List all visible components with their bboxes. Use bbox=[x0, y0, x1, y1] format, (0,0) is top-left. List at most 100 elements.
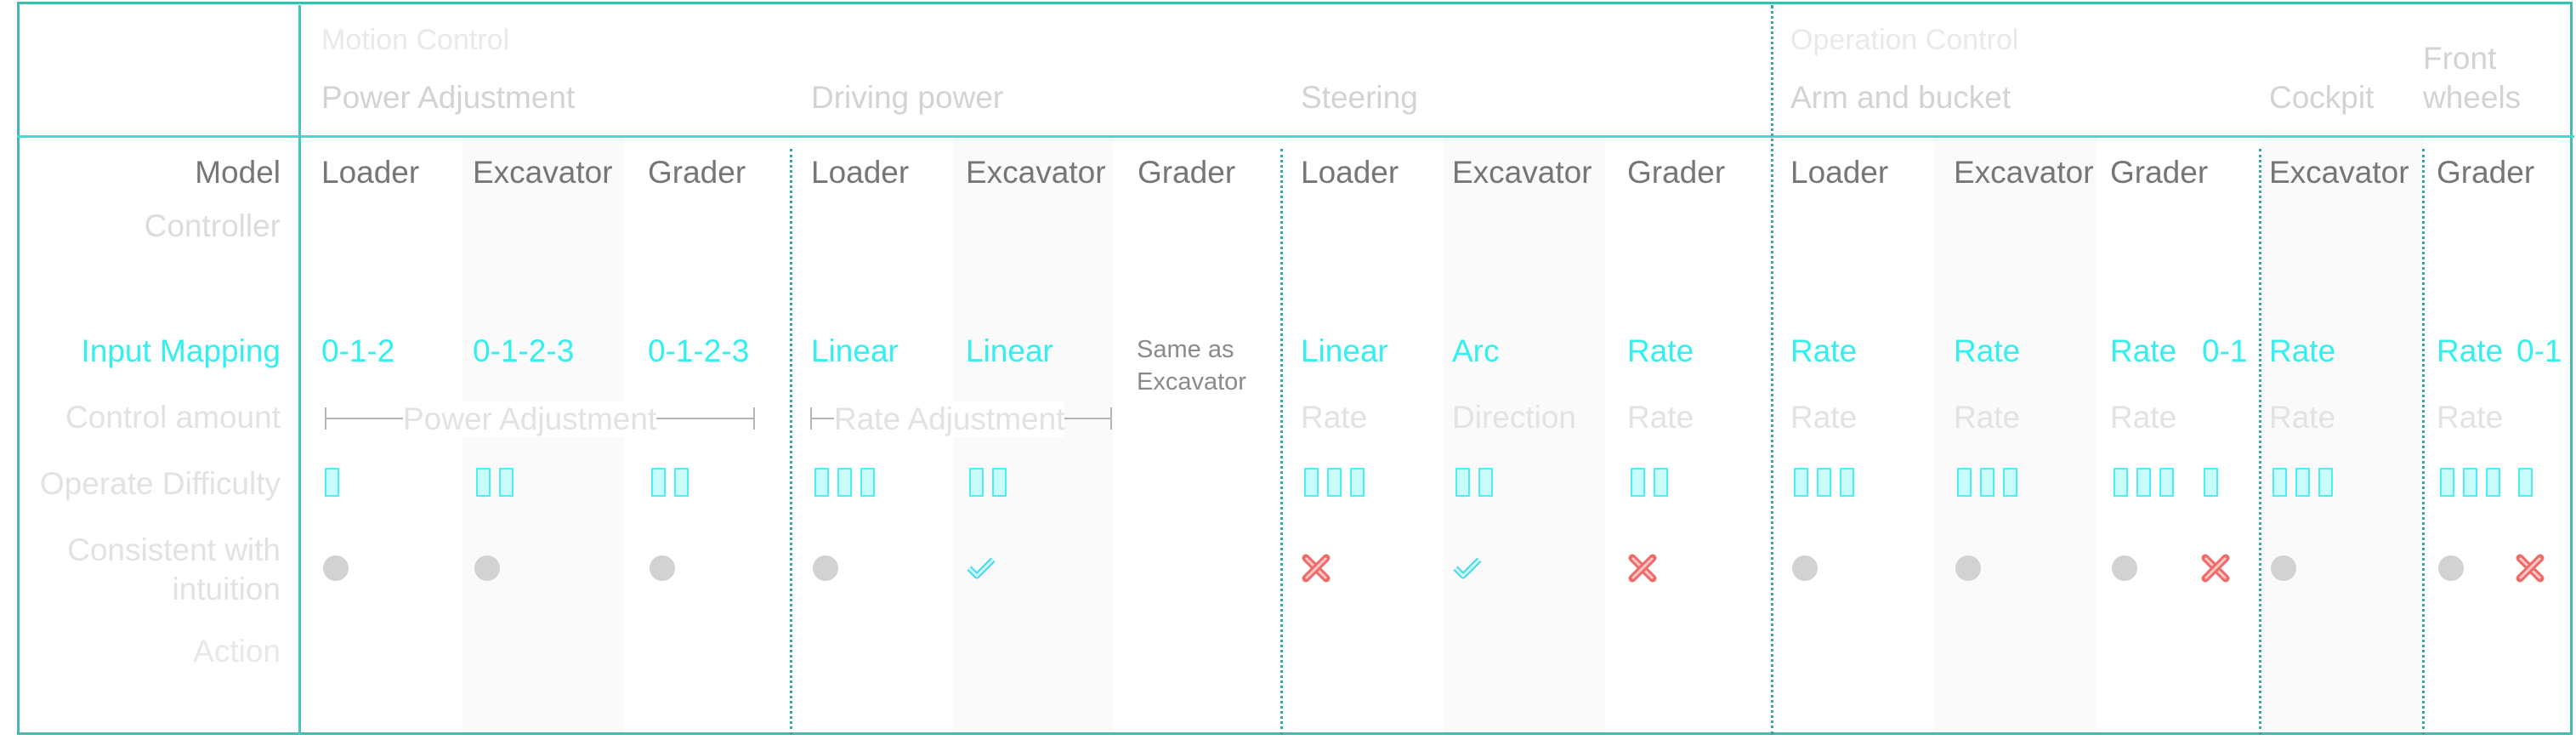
model-label: Loader bbox=[1790, 155, 1889, 190]
row-label-control-amount: Control amount bbox=[65, 400, 281, 435]
subgroup-front-wheels: wheels bbox=[2423, 80, 2522, 115]
neutral-dot-icon bbox=[650, 555, 675, 581]
control-amount-value: Rate bbox=[2437, 400, 2504, 435]
difficulty-bar bbox=[2003, 468, 2017, 497]
input-mapping-value: 0-1-2 bbox=[321, 333, 395, 368]
subgroup-steering: Steering bbox=[1301, 80, 1418, 115]
difficulty-bar bbox=[2440, 468, 2454, 497]
control-amount-value: Rate bbox=[1790, 400, 1858, 435]
difficulty-bar bbox=[2318, 468, 2333, 497]
difficulty-bar bbox=[674, 468, 689, 497]
difficulty-bar bbox=[1654, 468, 1668, 497]
input-mapping-value: Linear bbox=[1301, 333, 1388, 368]
difficulty-bar bbox=[499, 468, 513, 497]
difficulty-bar bbox=[1794, 468, 1808, 497]
span-cap bbox=[753, 407, 755, 430]
difficulty-bars bbox=[1794, 468, 1854, 497]
neutral-dot-icon bbox=[2112, 555, 2137, 581]
difficulty-bars bbox=[2114, 468, 2174, 497]
control-amount-value: Direction bbox=[1452, 400, 1576, 435]
header-divider bbox=[17, 135, 2574, 138]
difficulty-bar bbox=[992, 468, 1007, 497]
difficulty-bar bbox=[837, 468, 852, 497]
cross-icon bbox=[1302, 554, 1331, 583]
span-power-adjustment: Power Adjustment bbox=[325, 401, 755, 437]
neutral-dot-icon bbox=[813, 555, 838, 581]
model-label: Excavator bbox=[2269, 155, 2409, 190]
difficulty-bars bbox=[1957, 468, 2017, 497]
difficulty-bar bbox=[1840, 468, 1854, 497]
control-amount-value: Rate bbox=[1301, 400, 1368, 435]
difficulty-bar bbox=[2486, 468, 2500, 497]
difficulty-bar bbox=[2136, 468, 2151, 497]
difficulty-bar bbox=[814, 468, 829, 497]
difficulty-bar bbox=[1327, 468, 1342, 497]
row-label-operate-difficulty: Operate Difficulty bbox=[39, 466, 281, 501]
row-label-action: Action bbox=[193, 634, 281, 669]
subgroup-arm-and-bucket: Arm and bucket bbox=[1790, 80, 2011, 115]
group-divider bbox=[1280, 149, 1283, 735]
difficulty-bar bbox=[1980, 468, 1994, 497]
difficulty-bar bbox=[1817, 468, 1831, 497]
comparison-table: Motion Control Operation Control Power A… bbox=[0, 0, 2576, 740]
input-mapping-value: 0-1-2-3 bbox=[473, 333, 575, 368]
span-power-adjustment-label: Power Adjustment bbox=[403, 401, 657, 437]
model-label: Excavator bbox=[966, 155, 1106, 190]
subgroup-driving-power: Driving power bbox=[811, 80, 1004, 115]
input-mapping-value: Linear bbox=[811, 333, 899, 368]
difficulty-bar bbox=[860, 468, 875, 497]
model-label: Grader bbox=[1138, 155, 1236, 190]
subgroup-front-wheels: Front bbox=[2423, 41, 2497, 76]
cross-icon bbox=[1628, 554, 1657, 583]
check-icon bbox=[967, 557, 996, 579]
difficulty-bar bbox=[2114, 468, 2128, 497]
check-icon bbox=[1453, 557, 1482, 579]
model-label: Grader bbox=[2110, 155, 2209, 190]
difficulty-bars bbox=[1455, 468, 1493, 497]
input-mapping-value: Arc bbox=[1452, 333, 1500, 368]
difficulty-bar bbox=[1455, 468, 1470, 497]
subgroup-power-adjustment: Power Adjustment bbox=[321, 80, 576, 115]
group-title-motion-control: Motion Control bbox=[321, 24, 510, 56]
difficulty-bar bbox=[1304, 468, 1319, 497]
difficulty-bars bbox=[2272, 468, 2333, 497]
difficulty-bars bbox=[969, 468, 1007, 497]
difficulty-bar bbox=[2518, 468, 2533, 497]
label-column-divider bbox=[298, 5, 301, 735]
group-divider bbox=[1771, 5, 1773, 735]
difficulty-bar bbox=[476, 468, 491, 497]
same-as-excavator-note: Same as Excavator bbox=[1137, 336, 1246, 396]
difficulty-bars bbox=[814, 468, 875, 497]
difficulty-bar bbox=[1350, 468, 1365, 497]
group-title-operation-control: Operation Control bbox=[1790, 24, 2019, 56]
neutral-dot-icon bbox=[1955, 555, 1981, 581]
span-rate-adjustment: Rate Adjustment bbox=[810, 401, 1112, 437]
input-mapping-value: Rate bbox=[1627, 333, 1694, 368]
input-mapping-value: Rate bbox=[1790, 333, 1858, 368]
model-label: Excavator bbox=[1954, 155, 2094, 190]
difficulty-bars bbox=[325, 468, 339, 497]
neutral-dot-icon bbox=[323, 555, 349, 581]
difficulty-bar bbox=[651, 468, 666, 497]
difficulty-bar bbox=[2463, 468, 2477, 497]
group-divider bbox=[2259, 149, 2261, 735]
model-label: Grader bbox=[2437, 155, 2535, 190]
row-label-model: Model bbox=[195, 155, 281, 190]
model-label: Loader bbox=[1301, 155, 1399, 190]
row-label-consistent: Consistent with bbox=[67, 532, 281, 567]
input-mapping-value: 0-1 bbox=[2516, 333, 2562, 368]
difficulty-bar bbox=[1478, 468, 1493, 497]
input-mapping-value: Rate bbox=[2437, 333, 2504, 368]
model-label: Grader bbox=[648, 155, 746, 190]
difficulty-bars bbox=[2204, 468, 2218, 497]
difficulty-bar bbox=[2204, 468, 2218, 497]
input-mapping-value: 0-1-2-3 bbox=[648, 333, 750, 368]
cross-icon bbox=[2516, 554, 2545, 583]
cross-icon bbox=[2201, 554, 2230, 583]
model-label: Excavator bbox=[1452, 155, 1592, 190]
difficulty-bars bbox=[1304, 468, 1365, 497]
difficulty-bars bbox=[1631, 468, 1668, 497]
span-cap bbox=[1110, 407, 1112, 430]
span-rate-adjustment-label: Rate Adjustment bbox=[834, 401, 1065, 437]
model-label: Loader bbox=[321, 155, 420, 190]
